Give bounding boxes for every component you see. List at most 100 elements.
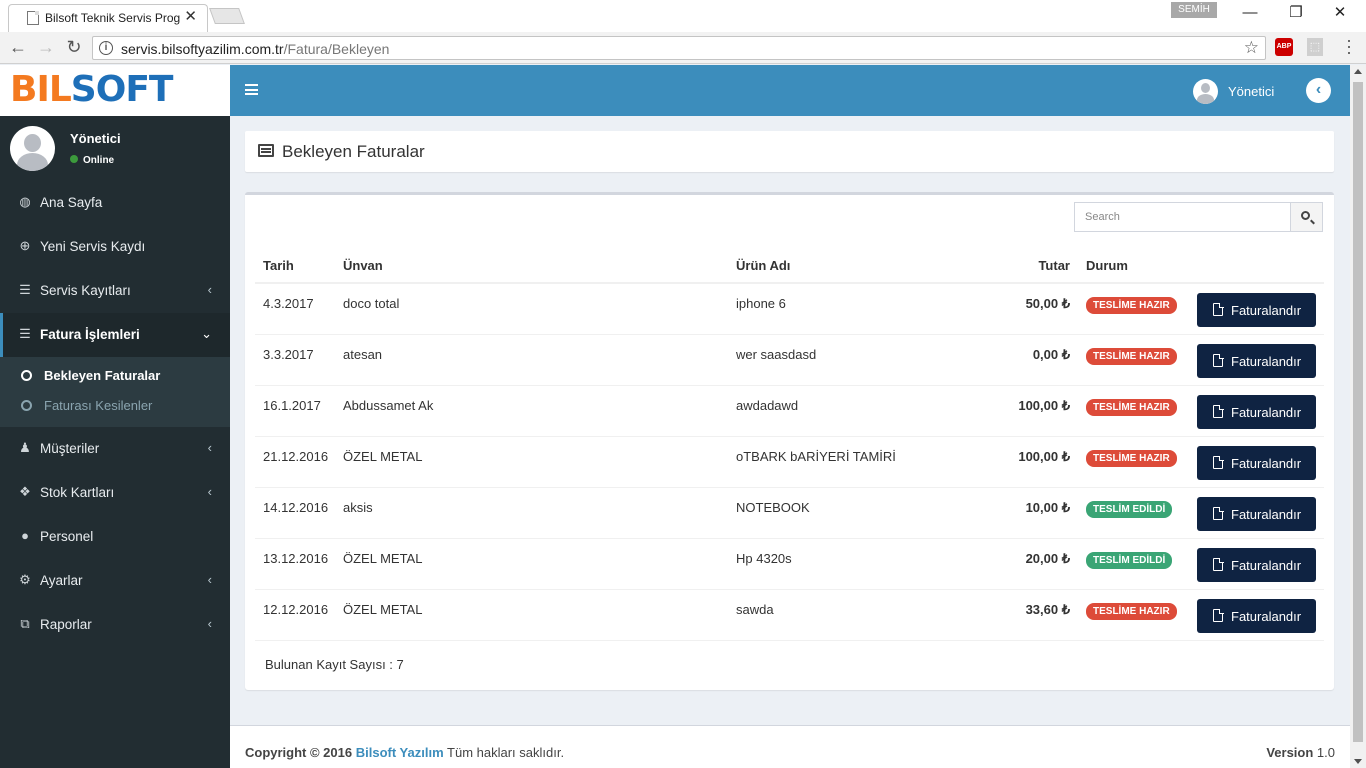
footer-version: Version 1.0 — [1266, 745, 1335, 760]
row-amount: 50,00 ₺ — [1025, 296, 1070, 311]
logo[interactable]: BILSOFT — [0, 65, 230, 116]
forward-arrow-icon[interactable]: → — [35, 37, 57, 59]
browser-tab[interactable]: Bilsoft Teknik Servis Prog ✕ — [8, 4, 208, 32]
table-header: Tarih Ünvan Ürün Adı Tutar Durum — [255, 250, 1324, 284]
file-icon — [1213, 455, 1224, 469]
adblock-extension-icon[interactable]: ABP — [1275, 38, 1293, 56]
back-arrow-icon[interactable]: ← — [7, 37, 29, 59]
status-badge: TESLİME HAZIR — [1086, 348, 1177, 365]
faturalandir-button[interactable]: Faturalandır — [1197, 395, 1316, 429]
column-header-product[interactable]: Ürün Adı — [736, 258, 790, 273]
page-scrollbar[interactable] — [1350, 65, 1366, 768]
rights-text: Tüm hakları saklıdır. — [447, 745, 565, 760]
sidebar-item-fatura-islemleri[interactable]: ☰ Fatura İşlemleri ⌄ — [0, 313, 230, 357]
record-count: Bulunan Kayıt Sayısı : 7 — [265, 657, 404, 672]
sidebar-subitem-bekleyen-faturalar[interactable]: Bekleyen Faturalar — [0, 361, 230, 391]
online-dot-icon — [70, 155, 78, 163]
row-date: 13.12.2016 — [263, 551, 329, 566]
page-header: Bekleyen Faturalar — [245, 131, 1334, 172]
chevron-left-icon: ‹ — [207, 616, 212, 631]
sidebar-item-stok-kartlari[interactable]: ❖ Stok Kartları ‹ — [0, 471, 230, 515]
url-text[interactable]: servis.bilsoftyazilim.com.tr/Fatura/Bekl… — [121, 41, 389, 57]
sidebar-subitem-faturasi-kesilenler[interactable]: Faturası Kesilenler — [0, 391, 230, 421]
sidebar-item-personel[interactable]: ● Personel — [0, 515, 230, 559]
sidebar-item-ayarlar[interactable]: ⚙ Ayarlar ‹ — [0, 559, 230, 603]
sidebar-subitem-label: Bekleyen Faturalar — [44, 368, 161, 383]
sidebar-item-label: Raporlar — [40, 617, 92, 632]
new-tab-button[interactable] — [209, 8, 245, 24]
address-bar[interactable]: i servis.bilsoftyazilim.com.tr/Fatura/Be… — [92, 36, 1266, 60]
sidebar-item-musteriler[interactable]: ♟ Müşteriler ‹ — [0, 427, 230, 471]
sidebar-item-ana-sayfa[interactable]: ◍ Ana Sayfa — [0, 181, 230, 225]
column-header-name[interactable]: Ünvan — [343, 258, 383, 273]
browser-tab-bar: Bilsoft Teknik Servis Prog ✕ SEMİH — ❐ ✕ — [0, 0, 1366, 32]
status-badge: TESLİM EDİLDİ — [1086, 501, 1173, 518]
faturalandir-button[interactable]: Faturalandır — [1197, 548, 1316, 582]
footer-brand-link[interactable]: Bilsoft Yazılım — [356, 745, 444, 760]
search-button[interactable] — [1290, 203, 1322, 231]
faturalandir-label: Faturalandır — [1231, 507, 1302, 522]
search-icon — [1301, 211, 1310, 220]
navbar-user-name[interactable]: Yönetici — [1228, 84, 1274, 99]
row-name: ÖZEL METAL — [343, 551, 423, 566]
row-date: 16.1.2017 — [263, 398, 321, 413]
control-sidebar-toggle-icon[interactable]: ‹ — [1306, 78, 1331, 103]
row-date: 3.3.2017 — [263, 347, 314, 362]
sidebar-item-yeni-servis-kaydi[interactable]: ⊕ Yeni Servis Kaydı — [0, 225, 230, 269]
scroll-up-arrow-icon[interactable] — [1354, 69, 1362, 74]
row-status: TESLİME HAZIR — [1086, 296, 1177, 314]
file-icon — [1213, 353, 1224, 367]
close-window-icon[interactable]: ✕ — [1320, 3, 1360, 23]
scrollbar-thumb[interactable] — [1353, 82, 1363, 742]
invoice-box: Tarih Ünvan Ürün Adı Tutar Durum 4.3.201… — [245, 192, 1334, 690]
sidebar-item-servis-kayitlari[interactable]: ☰ Servis Kayıtları ‹ — [0, 269, 230, 313]
search-input[interactable] — [1075, 203, 1290, 231]
copyright-text: Copyright © 2016 — [245, 745, 353, 760]
chevron-down-icon: ⌄ — [201, 326, 212, 341]
row-name: ÖZEL METAL — [343, 449, 423, 464]
logo-part-1: BIL — [10, 69, 72, 110]
browser-menu-icon[interactable]: · · · — [1344, 31, 1354, 61]
user-icon: ● — [21, 528, 29, 543]
row-name: atesan — [343, 347, 383, 362]
logo-part-2: SOFT — [70, 69, 174, 110]
row-status: TESLİM EDİLDİ — [1086, 500, 1173, 518]
sidebar-item-label: Stok Kartları — [40, 485, 115, 500]
faturalandir-button[interactable]: Faturalandır — [1197, 497, 1316, 531]
column-header-status[interactable]: Durum — [1086, 258, 1128, 273]
maximize-window-icon[interactable]: ❐ — [1276, 3, 1316, 23]
column-header-date[interactable]: Tarih — [263, 258, 294, 273]
row-amount: 100,00 ₺ — [1018, 398, 1070, 413]
close-tab-icon[interactable]: ✕ — [184, 9, 197, 25]
user-status: Online — [70, 155, 114, 166]
status-badge: TESLİME HAZIR — [1086, 399, 1177, 416]
cubes-icon: ❖ — [19, 484, 31, 499]
navbar-avatar[interactable] — [1193, 79, 1218, 104]
hamburger-menu-icon[interactable] — [245, 84, 258, 95]
faturalandir-button[interactable]: Faturalandır — [1197, 599, 1316, 633]
row-product: oTBARK bARİYERİ TAMİRİ — [736, 449, 896, 464]
faturalandir-button[interactable]: Faturalandır — [1197, 446, 1316, 480]
site-info-icon[interactable]: i — [99, 41, 113, 55]
pdf-extension-icon[interactable]: ⬚ — [1307, 38, 1323, 56]
reload-icon[interactable]: ↻ — [63, 37, 85, 59]
browser-profile-chip[interactable]: SEMİH — [1171, 2, 1217, 18]
sidebar-item-raporlar[interactable]: ⧉ Raporlar ‹ — [0, 603, 230, 647]
list-icon: ☰ — [19, 282, 31, 297]
row-name: Abdussamet Ak — [343, 398, 434, 413]
file-icon — [1213, 557, 1224, 571]
faturalandir-button[interactable]: Faturalandır — [1197, 293, 1316, 327]
row-product: sawda — [736, 602, 774, 617]
user-status-text: Online — [83, 155, 115, 166]
column-header-amount[interactable]: Tutar — [1038, 258, 1070, 273]
bookmark-star-icon[interactable]: ☆ — [1244, 38, 1259, 58]
page-title: Bekleyen Faturalar — [282, 142, 425, 161]
faturalandir-button[interactable]: Faturalandır — [1197, 344, 1316, 378]
sidebar-item-label: Fatura İşlemleri — [40, 327, 140, 342]
row-amount: 0,00 ₺ — [1032, 347, 1070, 362]
scroll-down-arrow-icon[interactable] — [1354, 759, 1362, 764]
minimize-window-icon[interactable]: — — [1230, 3, 1270, 23]
table-row: 4.3.2017 doco total iphone 6 50,00 ₺ TESLİME… — [255, 284, 1324, 335]
file-icon — [1213, 506, 1224, 520]
row-product: NOTEBOOK — [736, 500, 810, 515]
